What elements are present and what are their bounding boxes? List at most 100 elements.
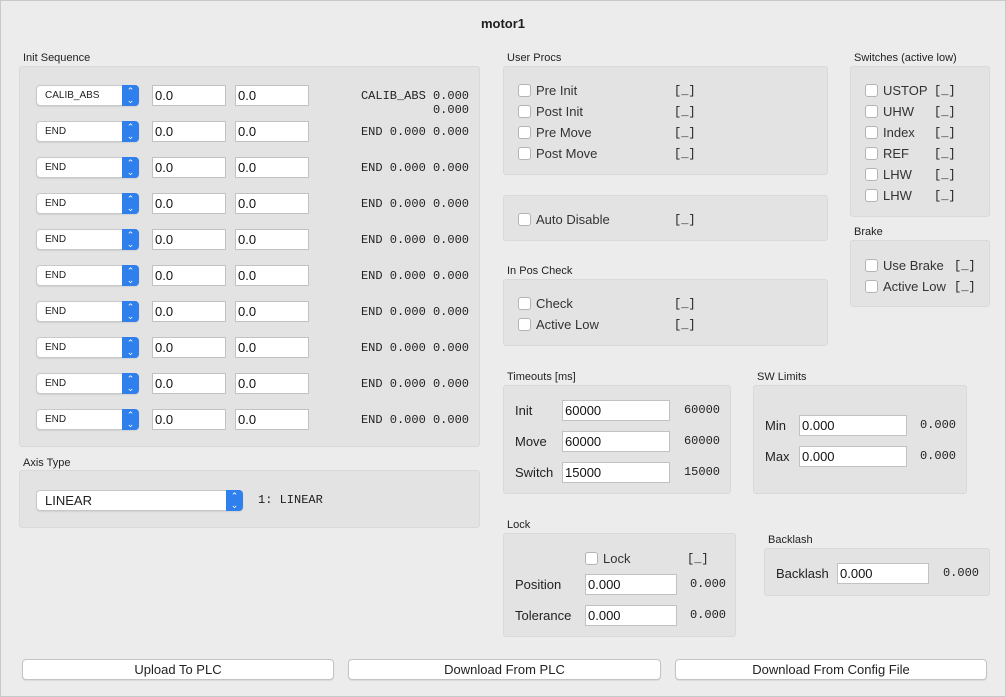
post-init-label: Post Init — [536, 104, 583, 119]
init-mode-select[interactable]: END ⌃ ⌄ — [36, 193, 139, 214]
checkbox-icon — [865, 168, 878, 181]
backlash-field-label: Backlash — [776, 566, 829, 581]
init-value2-input[interactable]: 0.0 — [235, 193, 309, 214]
init-value2-input[interactable]: 0.0 — [235, 301, 309, 322]
brake-label: Brake — [854, 226, 883, 238]
uhw-checkbox[interactable]: UHW — [865, 104, 914, 119]
lock-position-readout: 0.000 — [689, 577, 726, 591]
init-mode-select[interactable]: END ⌃ ⌄ — [36, 121, 139, 142]
init-value2-input[interactable]: 0.0 — [235, 409, 309, 430]
timeout-switch-input[interactable]: 15000 — [562, 462, 670, 483]
timeout-init-readout: 60000 — [683, 403, 720, 417]
pre-init-checkbox[interactable]: Pre Init — [518, 83, 577, 98]
init-value1-input[interactable]: 0.0 — [152, 373, 226, 394]
post-init-checkbox[interactable]: Post Init — [518, 104, 583, 119]
init-readout: END 0.000 0.000 — [360, 125, 469, 139]
init-value2-input[interactable]: 0.0 — [235, 229, 309, 250]
chevron-up-down-icon: ⌃ ⌄ — [122, 265, 139, 286]
lock-group: Lock [_] Position 0.000 0.000 Tolerance … — [503, 533, 736, 637]
init-mode-select[interactable]: END ⌃ ⌄ — [36, 409, 139, 430]
in-pos-check-group: Check [_] Active Low [_] — [503, 279, 828, 346]
init-mode-value: END — [45, 126, 67, 137]
axis-type-readout: 1: LINEAR — [258, 493, 323, 507]
lhw-checkbox[interactable]: LHW — [865, 167, 912, 182]
init-value1-input[interactable]: 0.0 — [152, 301, 226, 322]
sw-max-label: Max — [765, 449, 790, 464]
check-status: [_] — [674, 297, 696, 311]
init-value2-input[interactable]: 0.0 — [235, 157, 309, 178]
sw-min-input[interactable]: 0.000 — [799, 415, 907, 436]
lock-status: [_] — [687, 552, 709, 566]
init-sequence-group: CALIB_ABS ⌃ ⌄ 0.0 0.0 CALIB_ABS 0.000 0.00… — [19, 66, 480, 447]
checkbox-icon — [518, 84, 531, 97]
init-readout: END 0.000 0.000 — [360, 161, 469, 175]
init-value2-input[interactable]: 0.0 — [235, 337, 309, 358]
timeout-move-input[interactable]: 60000 — [562, 431, 670, 452]
download-from-config-button[interactable]: Download From Config File — [675, 659, 987, 680]
timeouts-label: Timeouts [ms] — [507, 371, 576, 383]
post-init-status: [_] — [674, 105, 696, 119]
init-mode-value: END — [45, 198, 67, 209]
init-mode-value: END — [45, 162, 67, 173]
init-value2-input[interactable]: 0.0 — [235, 373, 309, 394]
index-checkbox[interactable]: Index — [865, 125, 915, 140]
init-mode-select[interactable]: END ⌃ ⌄ — [36, 373, 139, 394]
download-from-plc-button[interactable]: Download From PLC — [348, 659, 661, 680]
use-brake-status: [_] — [954, 259, 976, 273]
brake-group: Use Brake [_] Active Low [_] — [850, 240, 990, 307]
check-checkbox[interactable]: Check — [518, 296, 573, 311]
brake-active-low-checkbox[interactable]: Active Low — [865, 279, 946, 294]
use-brake-checkbox[interactable]: Use Brake — [865, 258, 944, 273]
ustop-checkbox[interactable]: USTOP — [865, 83, 928, 98]
sw-min-readout: 0.000 — [919, 418, 956, 432]
ref-checkbox[interactable]: REF — [865, 146, 909, 161]
init-value1-input[interactable]: 0.0 — [152, 121, 226, 142]
checkbox-icon — [865, 105, 878, 118]
init-value1-input[interactable]: 0.0 — [152, 337, 226, 358]
init-value1-input[interactable]: 0.0 — [152, 229, 226, 250]
init-value1-input[interactable]: 0.0 — [152, 193, 226, 214]
chevron-up-down-icon: ⌃ ⌄ — [122, 229, 139, 250]
chevron-up-down-icon: ⌃ ⌄ — [122, 373, 139, 394]
init-mode-select[interactable]: END ⌃ ⌄ — [36, 157, 139, 178]
init-mode-value: END — [45, 378, 67, 389]
backlash-input[interactable]: 0.000 — [837, 563, 929, 584]
init-value1-input[interactable]: 0.0 — [152, 265, 226, 286]
lock-position-input[interactable]: 0.000 — [585, 574, 677, 595]
auto-disable-checkbox[interactable]: Auto Disable — [518, 212, 610, 227]
init-mode-select[interactable]: CALIB_ABS ⌃ ⌄ — [36, 85, 139, 106]
checkbox-icon — [518, 105, 531, 118]
init-value2-input[interactable]: 0.0 — [235, 85, 309, 106]
init-readout: END 0.000 0.000 — [360, 233, 469, 247]
use-brake-label: Use Brake — [883, 258, 944, 273]
init-mode-select[interactable]: END ⌃ ⌄ — [36, 229, 139, 250]
pre-move-checkbox[interactable]: Pre Move — [518, 125, 592, 140]
motor-config-window: motor1 Init Sequence CALIB_ABS ⌃ ⌄ 0.0 0.0… — [0, 0, 1006, 697]
post-move-checkbox[interactable]: Post Move — [518, 146, 597, 161]
timeout-move-readout: 60000 — [683, 434, 720, 448]
init-value2-input[interactable]: 0.0 — [235, 121, 309, 142]
init-mode-select[interactable]: END ⌃ ⌄ — [36, 301, 139, 322]
checkbox-icon — [518, 213, 531, 226]
init-mode-select[interactable]: END ⌃ ⌄ — [36, 265, 139, 286]
init-readout: END 0.000 0.000 — [360, 341, 469, 355]
lock-checkbox[interactable]: Lock — [585, 551, 630, 566]
lock-checkbox-label: Lock — [603, 551, 631, 566]
lhw-checkbox-2[interactable]: LHW — [865, 188, 912, 203]
active-low-checkbox[interactable]: Active Low — [518, 317, 599, 332]
active-low-label: Active Low — [536, 317, 599, 332]
init-value2-input[interactable]: 0.0 — [235, 265, 309, 286]
init-value1-input[interactable]: 0.0 — [152, 409, 226, 430]
axis-type-select[interactable]: LINEAR ⌃ ⌄ — [36, 490, 243, 511]
checkbox-icon — [518, 297, 531, 310]
sw-max-input[interactable]: 0.000 — [799, 446, 907, 467]
init-value1-input[interactable]: 0.0 — [152, 85, 226, 106]
init-value1-input[interactable]: 0.0 — [152, 157, 226, 178]
ref-label: REF — [883, 146, 909, 161]
timeout-init-input[interactable]: 60000 — [562, 400, 670, 421]
lock-tolerance-input[interactable]: 0.000 — [585, 605, 677, 626]
checkbox-icon — [585, 552, 598, 565]
upload-to-plc-button[interactable]: Upload To PLC — [22, 659, 334, 680]
init-mode-value: END — [45, 270, 67, 281]
init-mode-select[interactable]: END ⌃ ⌄ — [36, 337, 139, 358]
